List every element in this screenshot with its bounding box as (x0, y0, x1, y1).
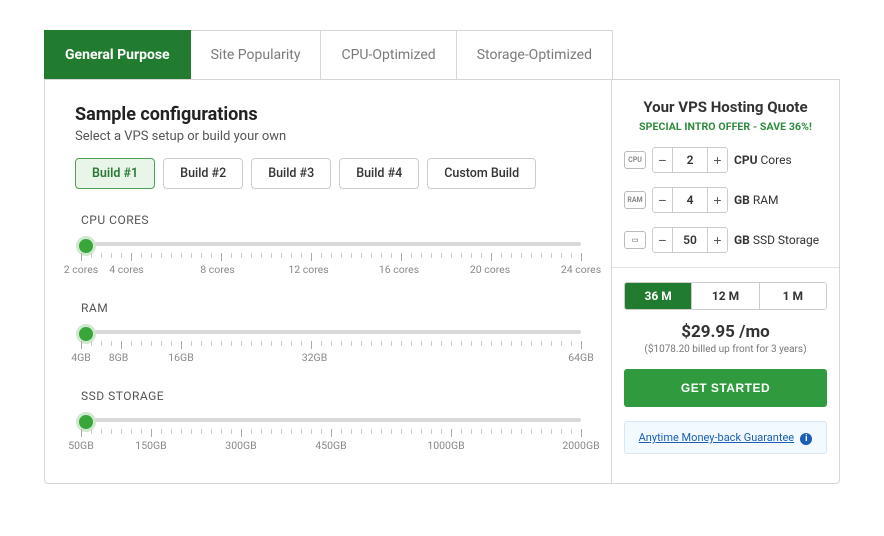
ram-slider[interactable] (81, 325, 581, 339)
build-1-button[interactable]: Build #1 (75, 158, 155, 189)
build-4-button[interactable]: Build #4 (339, 158, 419, 189)
guarantee-box: Anytime Money-back Guarantee i (624, 421, 827, 454)
term-12m[interactable]: 12 M (691, 283, 758, 309)
build-presets: Build #1 Build #2 Build #3 Build #4 Cust… (75, 158, 581, 189)
ram-mark-32: 32GB (302, 351, 328, 364)
cpu-mark-8: 8 cores (200, 263, 234, 276)
ram-icon: RAM (624, 191, 646, 209)
ram-minus-button[interactable]: − (653, 188, 673, 212)
ssd-icon: ▭ (624, 231, 646, 249)
tab-cpu-optimized[interactable]: CPU-Optimized (321, 30, 456, 79)
term-1m[interactable]: 1 M (759, 283, 826, 309)
ssd-mark-2000: 2000GB (562, 439, 599, 452)
ram-mark-64: 64GB (568, 351, 594, 364)
ram-label: GB RAM (734, 193, 779, 207)
tab-general-purpose[interactable]: General Purpose (44, 30, 191, 79)
term-36m[interactable]: 36 M (625, 283, 691, 309)
ssd-mark-300: 300GB (225, 439, 256, 452)
ram-slider-group: RAM 4GB 8GB 16GB 32GB 64GB (75, 301, 581, 365)
ram-spec-row: RAM − 4 + GB RAM (624, 187, 827, 213)
cpu-icon: CPU (624, 151, 646, 169)
cpu-slider-group: CPU CORES 2 cores 4 cores 8 cores 12 cor… (75, 213, 581, 277)
ram-mark-8: 8GB (109, 351, 129, 364)
cpu-mark-16: 16 cores (379, 263, 419, 276)
cpu-ruler (81, 253, 581, 263)
ssd-track (81, 418, 581, 422)
price: $29.95 /mo (624, 322, 827, 342)
cpu-track (81, 242, 581, 246)
ssd-plus-button[interactable]: + (707, 228, 727, 252)
cpu-mark-20: 20 cores (470, 263, 510, 276)
cpu-spec-row: CPU − 2 + CPU Cores (624, 147, 827, 173)
config-subtitle: Select a VPS setup or build your own (75, 129, 581, 144)
quote-divider (612, 267, 839, 268)
cpu-mark-24: 24 cores (561, 263, 601, 276)
cpu-mark-12: 12 cores (288, 263, 328, 276)
ssd-slider-group: SSD STORAGE 50GB 150GB 300GB 450GB 1000G… (75, 389, 581, 453)
cpu-mark-4: 4 cores (109, 263, 143, 276)
cpu-slider-label: CPU CORES (81, 213, 581, 227)
tab-storage-optimized[interactable]: Storage-Optimized (457, 30, 613, 79)
cpu-mark-2: 2 cores (64, 263, 98, 276)
custom-build-button[interactable]: Custom Build (427, 158, 536, 189)
quote-panel: Your VPS Hosting Quote SPECIAL INTRO OFF… (611, 80, 839, 483)
config-left: Sample configurations Select a VPS setup… (45, 80, 611, 483)
ram-ruler (81, 341, 581, 351)
config-title: Sample configurations (75, 104, 581, 125)
config-panel: Sample configurations Select a VPS setup… (44, 79, 840, 484)
ssd-minus-button[interactable]: − (653, 228, 673, 252)
build-2-button[interactable]: Build #2 (163, 158, 243, 189)
cpu-label: CPU Cores (734, 153, 792, 167)
get-started-button[interactable]: GET STARTED (624, 369, 827, 407)
ssd-ruler (81, 429, 581, 439)
cpu-marks: 2 cores 4 cores 8 cores 12 cores 16 core… (81, 263, 581, 277)
term-selector: 36 M 12 M 1 M (624, 282, 827, 310)
guarantee-link[interactable]: Anytime Money-back Guarantee (639, 431, 795, 444)
ram-mark-16: 16GB (168, 351, 194, 364)
ram-marks: 4GB 8GB 16GB 32GB 64GB (81, 351, 581, 365)
ssd-label: GB SSD Storage (734, 233, 819, 247)
tab-site-popularity[interactable]: Site Popularity (191, 30, 322, 79)
ssd-spec-row: ▭ − 50 + GB SSD Storage (624, 227, 827, 253)
ssd-mark-450: 450GB (315, 439, 346, 452)
ssd-slider[interactable] (81, 413, 581, 427)
ssd-slider-label: SSD STORAGE (81, 389, 581, 403)
build-3-button[interactable]: Build #3 (251, 158, 331, 189)
ram-value: 4 (673, 188, 707, 212)
cpu-stepper: − 2 + (652, 147, 728, 173)
quote-title: Your VPS Hosting Quote (624, 98, 827, 116)
cpu-slider[interactable] (81, 237, 581, 251)
ram-mark-4: 4GB (71, 351, 91, 364)
ram-track (81, 330, 581, 334)
cpu-minus-button[interactable]: − (653, 148, 673, 172)
cpu-value: 2 (673, 148, 707, 172)
ssd-mark-1000: 1000GB (427, 439, 464, 452)
ssd-mark-50: 50GB (68, 439, 94, 452)
cpu-plus-button[interactable]: + (707, 148, 727, 172)
quote-offer: SPECIAL INTRO OFFER - SAVE 36%! (624, 120, 827, 133)
ram-stepper: − 4 + (652, 187, 728, 213)
ram-slider-label: RAM (81, 301, 581, 315)
ssd-marks: 50GB 150GB 300GB 450GB 1000GB 2000GB (81, 439, 581, 453)
ssd-stepper: − 50 + (652, 227, 728, 253)
plan-tabs: General Purpose Site Popularity CPU-Opti… (44, 30, 840, 79)
ssd-value: 50 (673, 228, 707, 252)
ram-plus-button[interactable]: + (707, 188, 727, 212)
info-icon[interactable]: i (800, 433, 812, 445)
ssd-mark-150: 150GB (135, 439, 166, 452)
price-note: ($1078.20 billed up front for 3 years) (624, 344, 827, 355)
